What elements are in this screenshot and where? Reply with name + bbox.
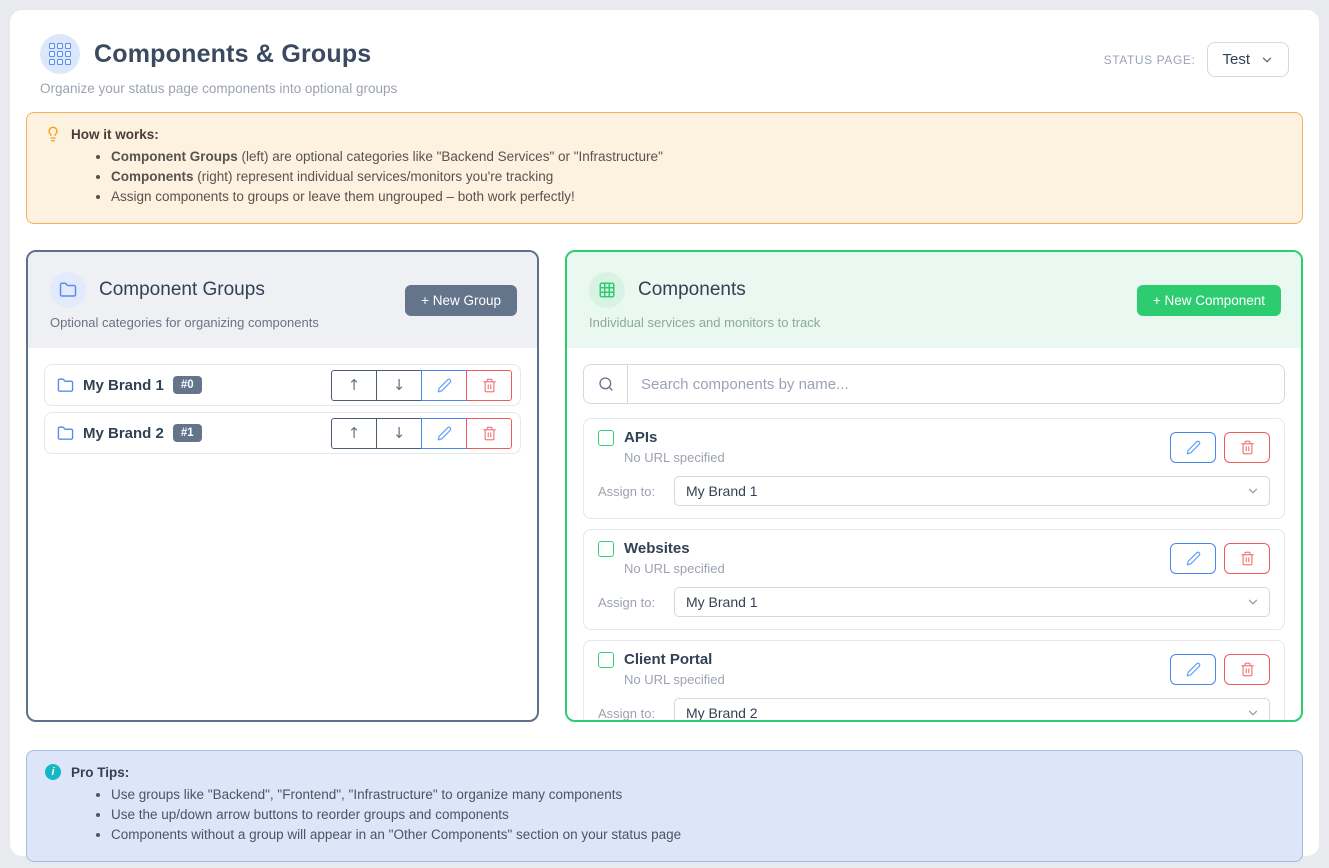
component-url-note: No URL specified [624,450,725,465]
components-list: APIs No URL specified [567,348,1301,720]
move-down-button[interactable]: ↓ [376,418,422,449]
folder-icon [57,425,74,442]
component-name: Client Portal [624,651,712,668]
edit-component-button[interactable] [1170,654,1216,685]
how-it-works-item: Components (right) represent individual … [111,169,1284,184]
move-up-button[interactable]: ↑ [331,370,377,401]
components-panel-header: Components Individual services and monit… [567,252,1301,348]
edit-group-button[interactable] [421,418,467,449]
component-card: APIs No URL specified [583,418,1285,519]
group-name: My Brand 2 [83,425,164,442]
delete-component-button[interactable] [1224,432,1270,463]
pro-tips-list: Use groups like "Backend", "Frontend", "… [45,787,1284,842]
move-down-button[interactable]: ↓ [376,370,422,401]
folder-icon [57,377,74,394]
pro-tips-title: Pro Tips: [71,765,129,780]
how-it-works-item: Assign components to groups or leave the… [111,189,1284,204]
component-groups-panel: Component Groups Optional categories for… [26,250,539,722]
pro-tip-item: Use groups like "Backend", "Frontend", "… [111,787,1284,802]
component-status-box [598,652,614,668]
groups-list: My Brand 1 #0 ↑ ↓ [28,348,537,720]
group-order-badge: #1 [173,424,202,442]
component-status-box [598,541,614,557]
main-card: Components & Groups Organize your status… [10,10,1319,856]
groups-panel-header: Component Groups Optional categories for… [28,252,537,348]
component-card: Client Portal No URL specified [583,640,1285,720]
status-page-label: STATUS PAGE: [1104,53,1196,67]
pro-tip-item: Use the up/down arrow buttons to reorder… [111,807,1284,822]
folder-icon [50,272,86,308]
edit-group-button[interactable] [421,370,467,401]
how-it-works-title: How it works: [71,127,159,142]
chevron-down-icon [1260,53,1274,67]
page-title: Components & Groups [94,40,371,69]
status-page-control: STATUS PAGE: Test [1104,42,1289,77]
lightbulb-icon [45,126,61,142]
assign-group-select[interactable]: My Brand 2 [674,698,1270,720]
components-panel-title: Components [638,279,746,301]
component-url-note: No URL specified [624,672,725,687]
assign-group-select[interactable]: My Brand 1 [674,476,1270,506]
component-url-note: No URL specified [624,561,725,576]
group-row: My Brand 1 #0 ↑ ↓ [44,364,521,406]
components-panel-subtitle: Individual services and monitors to trac… [589,315,1281,330]
page-header: Components & Groups Organize your status… [26,34,1303,96]
component-status-box [598,430,614,446]
panels-row: Component Groups Optional categories for… [26,250,1303,722]
component-search [583,364,1285,404]
edit-component-button[interactable] [1170,543,1216,574]
delete-group-button[interactable] [466,418,512,449]
assign-to-label: Assign to: [598,484,662,499]
assign-group-select[interactable]: My Brand 1 [674,587,1270,617]
group-name: My Brand 1 [83,377,164,394]
components-grid-icon [40,34,80,74]
groups-panel-title: Component Groups [99,279,265,301]
how-it-works-list: Component Groups (left) are optional cat… [45,149,1284,204]
move-up-button[interactable]: ↑ [331,418,377,449]
assign-to-label: Assign to: [598,706,662,721]
pro-tip-item: Components without a group will appear i… [111,827,1284,842]
info-icon: i [45,764,61,780]
search-input[interactable] [628,365,1284,403]
components-panel: Components Individual services and monit… [565,250,1303,722]
new-component-button[interactable]: + New Component [1137,285,1281,316]
status-page-value: Test [1222,51,1250,68]
edit-component-button[interactable] [1170,432,1216,463]
delete-group-button[interactable] [466,370,512,401]
page-subtitle: Organize your status page components int… [40,81,397,96]
group-order-badge: #0 [173,376,202,394]
table-grid-icon [589,272,625,308]
component-name: APIs [624,429,657,446]
how-it-works-item: Component Groups (left) are optional cat… [111,149,1284,164]
how-it-works-box: How it works: Component Groups (left) ar… [26,112,1303,224]
groups-panel-subtitle: Optional categories for organizing compo… [50,315,517,330]
new-group-button[interactable]: + New Group [405,285,517,316]
delete-component-button[interactable] [1224,654,1270,685]
component-card: Websites No URL specified [583,529,1285,630]
pro-tips-box: i Pro Tips: Use groups like "Backend", "… [26,750,1303,862]
search-icon [584,365,628,403]
group-row: My Brand 2 #1 ↑ ↓ [44,412,521,454]
component-name: Websites [624,540,690,557]
status-page-select[interactable]: Test [1207,42,1289,77]
assign-to-label: Assign to: [598,595,662,610]
delete-component-button[interactable] [1224,543,1270,574]
header-left: Components & Groups Organize your status… [40,34,397,96]
